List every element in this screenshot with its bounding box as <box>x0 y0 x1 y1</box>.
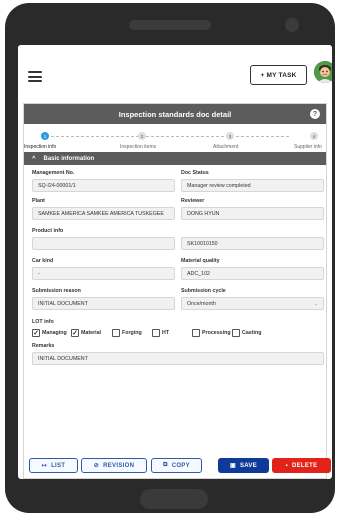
lot-option-managing[interactable]: ✓ Managing <box>32 329 67 337</box>
car-kind-field: - <box>32 267 175 280</box>
lot-option-material[interactable]: ✓ Material <box>71 329 101 337</box>
lot-option-label: HT <box>162 330 170 336</box>
lot-info-label: LOT info <box>32 319 54 325</box>
checkbox-icon[interactable] <box>112 329 120 337</box>
help-icon[interactable]: ? <box>310 109 320 119</box>
panel-title: Inspection standards doc detail <box>118 109 232 119</box>
delete-icon: ▪ <box>285 462 288 469</box>
copy-button-label: COPY <box>171 462 190 469</box>
lot-option-label: Material <box>81 330 102 336</box>
submission-reason-label: Submission reason <box>32 288 81 294</box>
product-info-label: Product info <box>32 228 64 234</box>
save-button-label: SAVE <box>239 462 258 469</box>
lot-option-forging[interactable]: Forging <box>112 329 142 337</box>
save-icon: ▣ <box>229 463 236 469</box>
lot-option-label: Processing <box>202 330 231 336</box>
list-button-label: LIST <box>51 462 66 469</box>
delete-button[interactable]: ▪ DELETE <box>272 458 331 473</box>
doc-status-label: Doc Status <box>181 170 209 176</box>
phone-speaker <box>129 20 211 30</box>
action-bar: ↦ LIST ⊘ REVISION ⧉ COPY ▣ SAVE ▪ DELETE <box>18 439 332 473</box>
lot-option-label: Managing <box>42 330 67 336</box>
management-no-label: Management No. <box>32 170 75 176</box>
phone-home-button[interactable] <box>140 489 208 509</box>
checkbox-checked-icon[interactable]: ✓ <box>32 329 40 337</box>
stepper: 1 Inspection info 2 Inspection items 3 A… <box>24 124 326 152</box>
phone-frame: + MY TASK Inspection standards doc detai… <box>5 3 335 513</box>
step-2-label[interactable]: Inspection items <box>120 144 156 150</box>
list-icon: ↦ <box>41 463 48 469</box>
step-4-label[interactable]: Supplier info <box>294 144 322 150</box>
revision-icon: ⊘ <box>93 463 100 469</box>
stepper-line <box>51 136 289 137</box>
chevron-up-icon: ^ <box>32 155 36 162</box>
detail-panel: Inspection standards doc detail ? 1 Insp… <box>23 103 327 479</box>
checkbox-icon[interactable] <box>152 329 160 337</box>
lot-option-label: Forging <box>122 330 142 336</box>
reviewer-field: DONG HYUN <box>181 207 324 220</box>
doc-status-field: Manager review completed <box>181 179 324 192</box>
step-2-dot[interactable]: 2 <box>138 132 146 140</box>
phone-camera <box>285 18 299 32</box>
product-code-field: SK10010150 <box>181 237 324 250</box>
step-1-label[interactable]: Inspection info <box>24 144 56 150</box>
chevron-down-icon: ⌄ <box>313 301 318 307</box>
lot-option-processing[interactable]: Processing <box>192 329 231 337</box>
step-3-label[interactable]: Attachment <box>213 144 238 150</box>
plant-label: Plant <box>32 198 45 204</box>
submission-reason-field: INITIAL DOCUMENT <box>32 297 175 310</box>
checkbox-icon[interactable] <box>192 329 200 337</box>
copy-icon: ⧉ <box>163 462 168 468</box>
lot-option-ht[interactable]: HT <box>152 329 169 337</box>
checkbox-icon[interactable] <box>232 329 240 337</box>
management-no-field: SQ-I24-00001/1 <box>32 179 175 192</box>
plant-field: SAMKEE AMERICA SAMKEE AMERICA TUSKEGEE <box>32 207 175 220</box>
lot-option-casting[interactable]: Casting <box>232 329 261 337</box>
user-avatar-icon <box>314 61 332 83</box>
step-3-dot[interactable]: 3 <box>226 132 234 140</box>
submission-cycle-label: Submission cycle <box>181 288 226 294</box>
revision-button-label: REVISION <box>103 462 135 469</box>
step-1-dot[interactable]: 1 <box>41 132 49 140</box>
list-button[interactable]: ↦ LIST <box>29 458 78 473</box>
material-quality-field: ADC_102 <box>181 267 324 280</box>
revision-button[interactable]: ⊘ REVISION <box>81 458 147 473</box>
hamburger-icon[interactable] <box>28 71 42 82</box>
submission-cycle-select[interactable]: Once/month ⌄ <box>181 297 324 310</box>
section-title: Basic information <box>43 155 95 162</box>
save-button[interactable]: ▣ SAVE <box>218 458 269 473</box>
my-task-button[interactable]: + MY TASK <box>250 65 307 85</box>
submission-cycle-value: Once/month <box>187 300 216 307</box>
panel-header: Inspection standards doc detail ? <box>24 104 326 124</box>
delete-button-label: DELETE <box>291 462 318 469</box>
copy-button[interactable]: ⧉ COPY <box>151 458 202 473</box>
lot-info-options: ✓ Managing ✓ Material Forging HT Process… <box>32 328 328 338</box>
basic-info-section-header[interactable]: ^ Basic information <box>24 152 326 165</box>
remarks-field: INITIAL DOCUMENT <box>32 352 324 365</box>
material-quality-label: Material quality <box>181 258 220 264</box>
checkbox-checked-icon[interactable]: ✓ <box>71 329 79 337</box>
lot-option-label: Casting <box>242 330 262 336</box>
car-kind-label: Car kind <box>32 258 54 264</box>
reviewer-label: Reviewer <box>181 198 205 204</box>
top-bar: + MY TASK <box>18 45 332 99</box>
step-4-dot[interactable]: 4 <box>310 132 318 140</box>
avatar[interactable] <box>314 61 332 83</box>
remarks-label: Remarks <box>32 343 55 349</box>
product-info-field <box>32 237 175 250</box>
app-screen: + MY TASK Inspection standards doc detai… <box>18 45 332 479</box>
